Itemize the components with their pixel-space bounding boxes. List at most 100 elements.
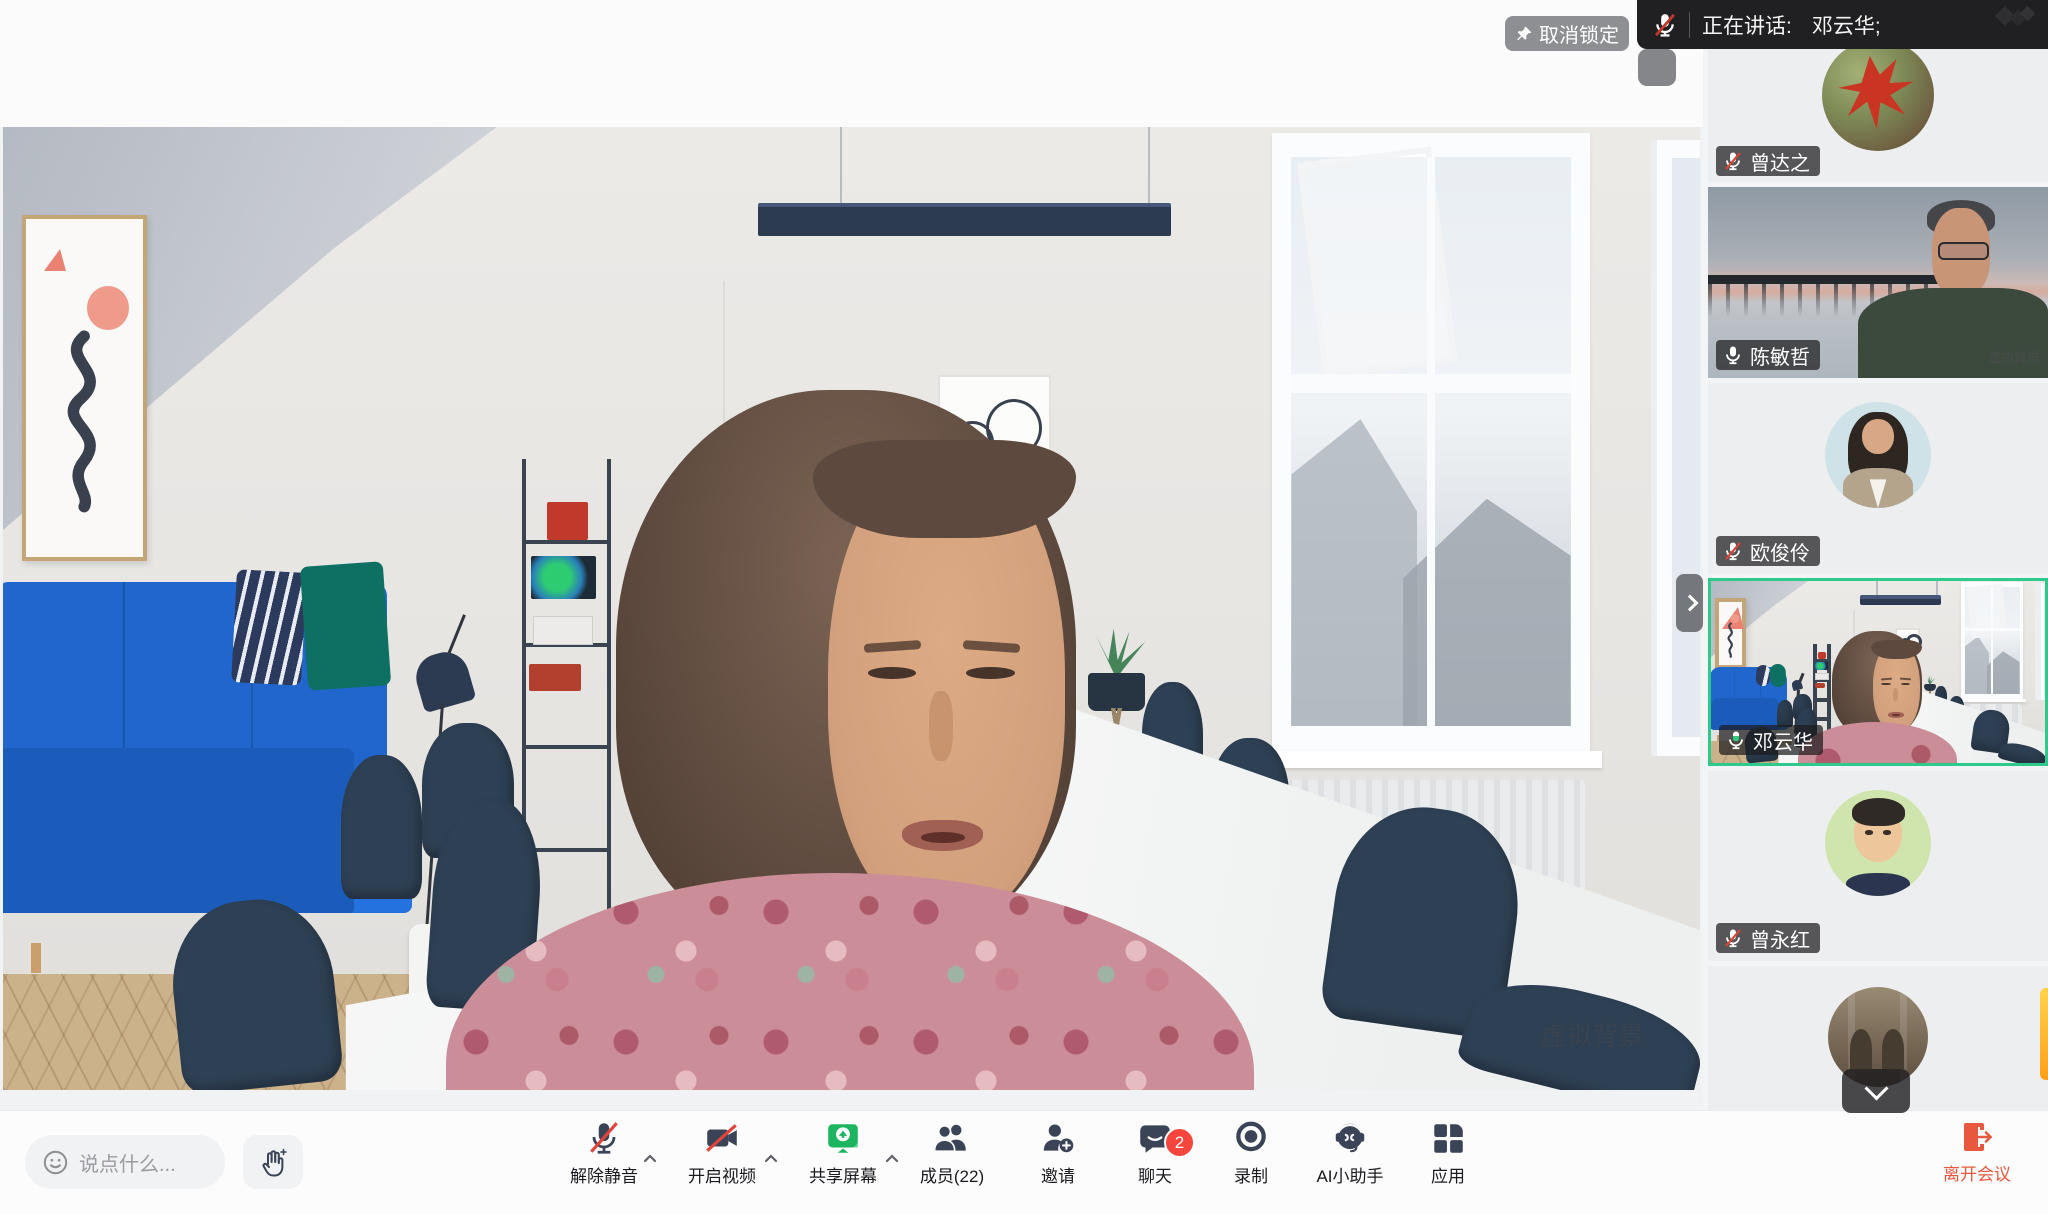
mic-on-icon — [1722, 344, 1744, 366]
pendant-cord — [1148, 127, 1150, 203]
cartoon-eye — [1883, 830, 1890, 834]
pendant-light — [1860, 595, 1941, 604]
man-glasses — [1938, 242, 1990, 259]
brand-watermark-icon — [1988, 4, 2040, 34]
start-video-button[interactable]: 开启视频 — [674, 1119, 770, 1207]
cathedral-arch — [1850, 1029, 1872, 1069]
record-button[interactable]: 录制 — [1203, 1119, 1299, 1207]
members-icon — [933, 1119, 971, 1157]
share-screen-button[interactable]: 共享屏幕 — [795, 1119, 891, 1207]
main-video[interactable]: 虚拟背景 — [3, 127, 1700, 1090]
window-large — [1961, 582, 2023, 699]
start-video-label: 开启视频 — [688, 1162, 756, 1187]
invite-button[interactable]: 邀请 — [1010, 1119, 1106, 1207]
chat-unread-badge: 2 — [1164, 1127, 1195, 1158]
scroll-participants-down-button[interactable] — [1842, 1069, 1910, 1113]
chevron-down-icon — [1864, 1076, 1888, 1100]
sofa-arm — [3, 748, 354, 913]
speaker-person — [446, 390, 1254, 1090]
window-panes — [1291, 157, 1570, 726]
cartoon-shoulders — [1846, 873, 1910, 896]
video-options-chevron[interactable] — [764, 1153, 778, 1163]
share-options-chevron[interactable] — [885, 1153, 899, 1163]
pendant-cord — [1876, 581, 1878, 595]
unmute-label: 解除静音 — [570, 1162, 638, 1187]
window-mullion — [1991, 587, 1993, 694]
participant-tile-dengyunhua-active[interactable]: 虚拟背景 邓云华 — [1708, 578, 2048, 766]
divider — [1689, 12, 1690, 38]
leave-meeting-label: 离开会议 — [1943, 1160, 2011, 1185]
pendant-light — [758, 203, 1170, 236]
chevron-right-icon — [1681, 595, 1698, 612]
reaction-panel-edge[interactable] — [2040, 988, 2048, 1080]
window-right-partial — [2035, 583, 2045, 699]
person-eye — [868, 667, 916, 679]
ai-assistant-button[interactable]: AI小助手 — [1302, 1119, 1398, 1207]
members-button[interactable]: 成员(22) — [904, 1119, 1000, 1207]
participant-name-tag: 曾永红 — [1716, 923, 1820, 953]
participants-sidebar: 曾达之 虚拟背景 陈敏哲 — [1703, 0, 2048, 1110]
sofa-leg — [31, 943, 41, 973]
person-nose — [929, 691, 953, 761]
teal-cushion — [1770, 663, 1788, 687]
mic-muted-icon — [1651, 11, 1679, 39]
leave-meeting-button[interactable]: 离开会议 — [1910, 1119, 2044, 1207]
maple-leaf-icon — [1835, 50, 1920, 135]
portrait-face — [1862, 419, 1894, 454]
speaking-bar-handle[interactable] — [1638, 49, 1676, 86]
cathedral-arch — [1882, 1029, 1904, 1069]
record-icon — [1232, 1119, 1270, 1157]
participant-tile-zengyonghong[interactable]: 曾永红 — [1708, 771, 2048, 961]
art-squiggle — [1721, 621, 1740, 659]
invite-icon — [1039, 1119, 1077, 1157]
share-screen-label: 共享屏幕 — [809, 1162, 877, 1187]
mic-muted-icon — [1722, 927, 1744, 949]
participant-name: 曾达之 — [1750, 147, 1810, 176]
ai-assistant-icon — [1331, 1119, 1369, 1157]
ai-assistant-label: AI小助手 — [1316, 1162, 1383, 1187]
pendant-cord — [840, 127, 842, 203]
collapse-sidebar-button[interactable] — [1676, 574, 1703, 632]
participant-name: 陈敏哲 — [1750, 341, 1810, 370]
speaking-label: 正在讲话: — [1702, 10, 1792, 40]
mic-off-icon — [585, 1119, 623, 1157]
participant-name: 曾永红 — [1750, 924, 1810, 953]
apps-label: 应用 — [1431, 1162, 1465, 1187]
participant-tile-chenminzhe[interactable]: 虚拟背景 陈敏哲 — [1708, 187, 2048, 378]
record-label: 录制 — [1234, 1162, 1268, 1187]
art-squiggle — [35, 320, 133, 523]
participant-name-tag: 陈敏哲 — [1716, 340, 1820, 370]
window-sill — [1259, 751, 1602, 768]
virtual-background-watermark: 虚拟背景 — [1988, 347, 2040, 366]
window-pane — [2044, 587, 2045, 696]
person-nose — [1893, 688, 1898, 701]
person-fringe — [813, 440, 1076, 538]
pier-deck — [1708, 275, 1960, 285]
person-eye — [966, 667, 1014, 679]
window-mullion — [1427, 157, 1435, 726]
striped-cushion — [231, 569, 307, 685]
window-mullion — [1965, 628, 2020, 632]
window-large — [1272, 133, 1589, 751]
virtual-background-watermark: 虚拟背景 — [1540, 1016, 1644, 1053]
members-label: 成员(22) — [920, 1162, 984, 1187]
unpin-button[interactable]: 取消锁定 — [1505, 16, 1629, 51]
meeting-window: 虚拟背景 取消锁定 正在讲话: 邓云华; — [0, 0, 2048, 1214]
window-right-partial — [1651, 140, 1700, 756]
quick-message-input[interactable]: 说点什么... — [25, 1135, 225, 1189]
raise-hand-button[interactable] — [243, 1135, 303, 1189]
participant-tile-oujunling[interactable]: 欧俊伶 — [1708, 383, 2048, 574]
mic-options-chevron[interactable] — [643, 1153, 657, 1163]
apps-button[interactable]: 应用 — [1400, 1119, 1496, 1207]
participant-name-tag: 邓云华 — [1719, 725, 1823, 755]
person-floral-blouse — [446, 873, 1254, 1090]
speaking-indicator-bar: 正在讲话: 邓云华; — [1637, 0, 2048, 49]
invite-label: 邀请 — [1041, 1162, 1075, 1187]
mic-muted-icon — [1722, 540, 1744, 562]
teal-cushion — [300, 561, 391, 690]
unmute-button[interactable]: 解除静音 — [556, 1119, 652, 1207]
person-mouth-inner — [921, 832, 965, 843]
avatar-portrait-woman — [1825, 402, 1931, 508]
cartoon-eye — [1865, 830, 1872, 834]
gap-strip — [0, 1090, 1703, 1110]
